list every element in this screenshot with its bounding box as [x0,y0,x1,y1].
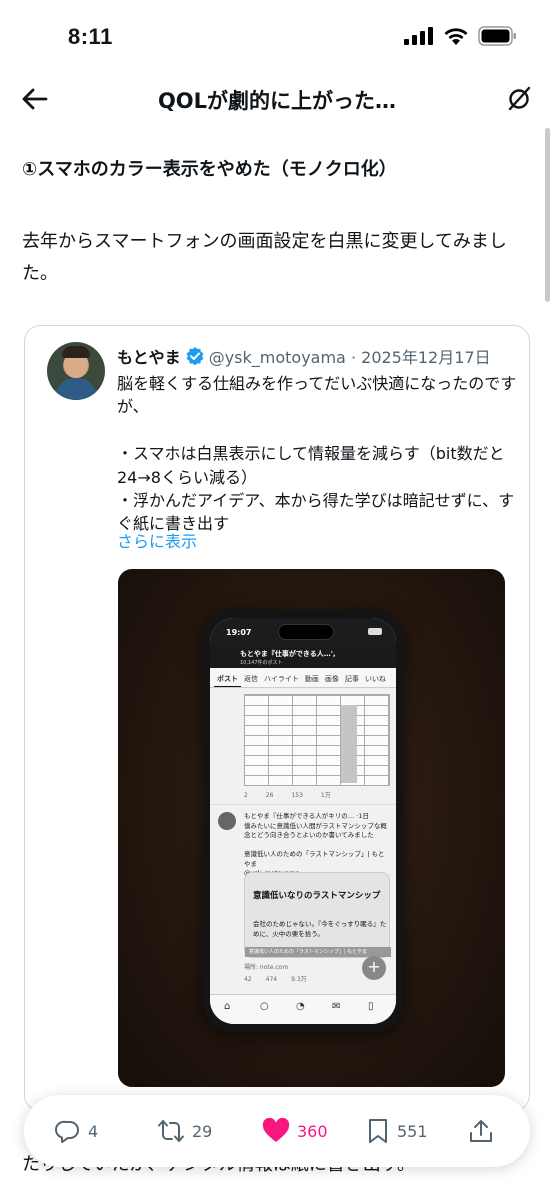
battery-icon [478,26,516,46]
cellular-signal-icon [404,27,433,45]
photo-bell-icon: ◔ [296,1001,305,1012]
photo-tab: ハイライト [264,675,299,683]
photo-diagram-highlight [341,705,357,783]
grok-icon[interactable] [504,84,534,114]
page-title: QOLが劇的に上がった… [157,89,397,113]
photo-metric: 2 [244,792,248,799]
bookmark-button[interactable]: 551 [366,1117,428,1145]
photo-tab: 返信 [244,675,258,683]
status-time: 8:11 [68,24,113,49]
photo-tab: 動画 [304,675,319,683]
photo-divider [210,804,396,805]
photo-card-subtitle: 会社のためじゃない。『今をぐっすり眠る』ために、火中の栗を拾う。 [253,920,387,938]
photo-metrics-row: 2 26 153 1万 [244,790,349,799]
repost-button[interactable]: 29 [157,1117,212,1145]
photo-metric: 153 [291,792,303,799]
photo-phone-battery [368,628,382,635]
top-navigation: QOLが劇的に上がった… [0,74,554,124]
engagement-bar: 4 29 360 551 [24,1095,530,1167]
photo-home-icon: ⌂ [224,1001,231,1012]
photo-tab: ポスト [214,668,241,687]
photo-phone-screen: 19:07 もとやま『仕事ができる人…', 10,147件のポスト ポスト 返信ハ… [210,618,396,1024]
bookmark-icon [369,1119,387,1143]
author-handle[interactable]: @ysk_motoyama [209,348,346,367]
photo-card-bar: 意識低い人のための「ラストマンシップ」| もとやま [245,947,391,957]
article-paragraph: 去年からスマートフォンの画面設定を白黒に変更してみました。 [22,231,507,284]
photo-post-avatar [218,812,236,830]
photo-profile-title: もとやま『仕事ができる人…', [240,650,336,658]
wifi-icon [444,28,468,45]
photo-phone-time: 19:07 [226,628,252,637]
avatar-body-shape [55,378,97,400]
photo-profile-post-count: 10,147件のポスト [240,660,283,666]
photo-tab: 記事 [344,675,359,683]
photo-profile-header: もとやま『仕事ができる人…', 10,147件のポスト [210,646,396,668]
repost-icon [158,1120,184,1142]
post-photo[interactable]: 19:07 もとやま『仕事ができる人…', 10,147件のポスト ポスト 返信ハ… [118,569,505,1087]
photo-profile-tabs: ポスト 返信 ハイライト 動画 画像 記事 いいね [210,668,396,688]
photo-metric: 1万 [320,792,331,799]
scrollbar[interactable] [545,128,550,302]
back-arrow-icon[interactable] [20,84,50,114]
photo-mail-icon: ✉ [332,1001,341,1012]
photo-tab: 画像 [324,675,339,683]
reply-count: 4 [88,1121,99,1141]
photo-tab: いいね [364,675,386,683]
bookmark-count: 551 [397,1121,428,1141]
share-button[interactable] [468,1117,501,1145]
photo-card-title: 意識低いなりのラストマンシップ [253,891,381,901]
like-button[interactable]: 360 [262,1117,328,1145]
heart-filled-icon [262,1118,290,1142]
photo-link-card: 意識低いなりのラストマンシップ 会社のためじゃない。『今をぐっすり眠る』ために、… [244,872,391,958]
photo-metric: 474 [265,976,278,983]
like-count: 360 [297,1121,328,1141]
status-bar: 8:11 [0,0,554,70]
photo-search-icon: ○ [260,1001,269,1012]
photo-card-source: 場所: note.com [244,964,289,971]
photo-metrics-row-2: 42 474 9.3万 [244,974,321,983]
photo-metric: 26 [265,792,274,799]
repost-count: 29 [192,1121,213,1141]
post-text: 脳を軽くする仕組みを作ってだいぶ快適になったのですが、 ・スマホは白黒表示にして… [117,374,517,534]
photo-compose-fab-icon: + [362,956,386,980]
post-author-line: もとやま @ysk_motoyama · 2025年12月17日 [117,344,491,368]
photo-phone-status-bar: 19:07 [210,618,396,646]
meta-separator: · [350,348,357,367]
show-more-link[interactable]: さらに表示 [117,528,197,552]
article-heading: ①スマホのカラー表示をやめた（モノクロ化） [22,159,397,180]
reply-button[interactable]: 4 [55,1117,98,1145]
photo-bottom-nav: ⌂ ○ ◔ ✉ ▯ [210,994,396,1024]
photo-metric: 9.3万 [291,976,307,983]
photo-bookmark-icon: ▯ [368,1001,374,1012]
reply-icon [55,1120,79,1143]
photo-diagram-image [244,694,390,786]
avatar-hair-shape [62,346,90,358]
photo-metric: 42 [244,976,252,983]
share-icon [470,1120,492,1142]
author-avatar[interactable] [47,342,105,400]
photo-dynamic-island [278,624,334,640]
post-date[interactable]: 2025年12月17日 [361,348,490,367]
author-name[interactable]: もとやま [117,348,181,367]
verified-badge-icon [186,347,204,366]
embedded-post[interactable]: もとやま @ysk_motoyama · 2025年12月17日 脳を軽くする仕… [24,325,530,1111]
photo-post-text: もとやま『仕事ができる人がキリの… ·1日 僕みたいに意識低い人間がラストマンシ… [244,812,387,877]
photo-smartphone: 19:07 もとやま『仕事ができる人…', 10,147件のポスト ポスト 返信ハ… [203,610,403,1032]
